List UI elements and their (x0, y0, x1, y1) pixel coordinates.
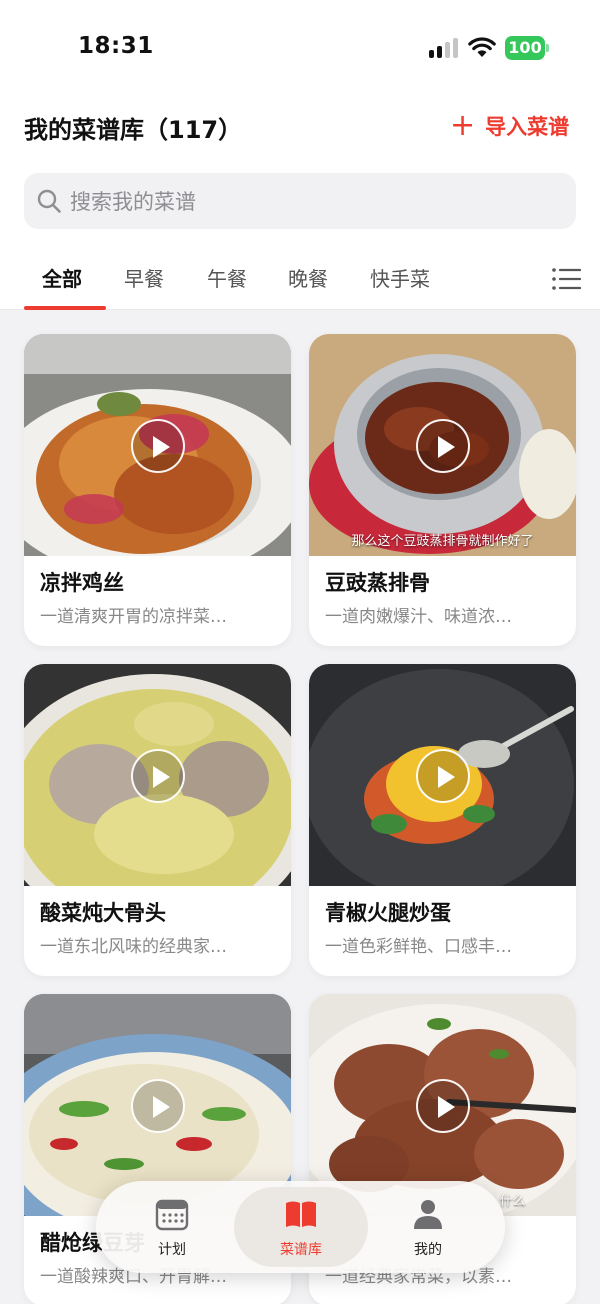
battery-level: 100 (505, 36, 545, 60)
recipe-description: 一道肉嫩爆汁、味道浓… (325, 607, 512, 627)
recipe-name: 酸菜炖大骨头 (40, 901, 166, 925)
import-recipe-label: 导入菜谱 (485, 115, 570, 139)
bottom-navigation: 计划 菜谱库 我的 (96, 1181, 505, 1273)
play-video-icon[interactable] (131, 1079, 185, 1133)
tab-lunch[interactable]: 午餐 (207, 263, 247, 292)
search-placeholder: 搜索我的菜谱 (70, 190, 196, 214)
recipe-name: 凉拌鸡丝 (40, 571, 124, 595)
category-tabs: 全部 早餐 午餐 晚餐 快手菜 (0, 252, 600, 310)
list-menu-icon[interactable] (551, 266, 581, 292)
nav-item-plan[interactable]: 计划 (112, 1181, 232, 1273)
recipe-description: 一道清爽开胃的凉拌菜… (40, 607, 227, 627)
page-title: 我的菜谱库（117） (24, 116, 243, 144)
recipe-card[interactable]: 酸菜炖大骨头 一道东北风味的经典家… (24, 664, 291, 976)
battery-icon: 100 (505, 36, 549, 60)
active-tab-indicator (24, 306, 106, 310)
search-icon (37, 189, 61, 213)
play-video-icon[interactable] (416, 419, 470, 473)
play-video-icon[interactable] (416, 1079, 470, 1133)
status-bar: 18:31 100 (0, 0, 600, 96)
recipe-description: 一道东北风味的经典家… (40, 937, 227, 957)
tab-breakfast[interactable]: 早餐 (124, 263, 164, 292)
recipe-card[interactable]: 那么这个豆豉蒸排骨就制作好了 豆豉蒸排骨 一道肉嫩爆汁、味道浓… (309, 334, 576, 646)
play-video-icon[interactable] (416, 749, 470, 803)
recipe-name: 豆豉蒸排骨 (325, 571, 430, 595)
search-input[interactable]: 搜索我的菜谱 (24, 173, 576, 229)
calendar-icon (155, 1199, 189, 1231)
nav-label-recipe-library: 菜谱库 (280, 1242, 322, 1258)
plus-icon: + (450, 108, 476, 143)
tab-all[interactable]: 全部 (42, 263, 82, 292)
nav-label-plan: 计划 (158, 1242, 186, 1258)
nav-label-profile: 我的 (414, 1242, 442, 1258)
nav-item-recipe-library[interactable]: 菜谱库 (241, 1181, 361, 1273)
video-caption: 那么这个豆豉蒸排骨就制作好了 (351, 534, 534, 549)
recipe-card[interactable]: 青椒火腿炒蛋 一道色彩鲜艳、口感丰… (309, 664, 576, 976)
status-time: 18:31 (78, 33, 154, 59)
book-icon (286, 1201, 316, 1227)
recipe-card[interactable]: 凉拌鸡丝 一道清爽开胃的凉拌菜… (24, 334, 291, 646)
person-icon (414, 1200, 442, 1229)
play-video-icon[interactable] (131, 749, 185, 803)
wifi-icon (468, 37, 496, 57)
import-recipe-button[interactable]: + 导入菜谱 (450, 110, 569, 142)
cellular-signal-icon (429, 38, 461, 58)
recipe-name: 青椒火腿炒蛋 (325, 901, 451, 925)
nav-item-profile[interactable]: 我的 (368, 1181, 488, 1273)
tab-quick-dishes[interactable]: 快手菜 (370, 263, 430, 292)
play-video-icon[interactable] (131, 419, 185, 473)
tab-dinner[interactable]: 晚餐 (288, 263, 328, 292)
recipe-description: 一道色彩鲜艳、口感丰… (325, 937, 512, 957)
